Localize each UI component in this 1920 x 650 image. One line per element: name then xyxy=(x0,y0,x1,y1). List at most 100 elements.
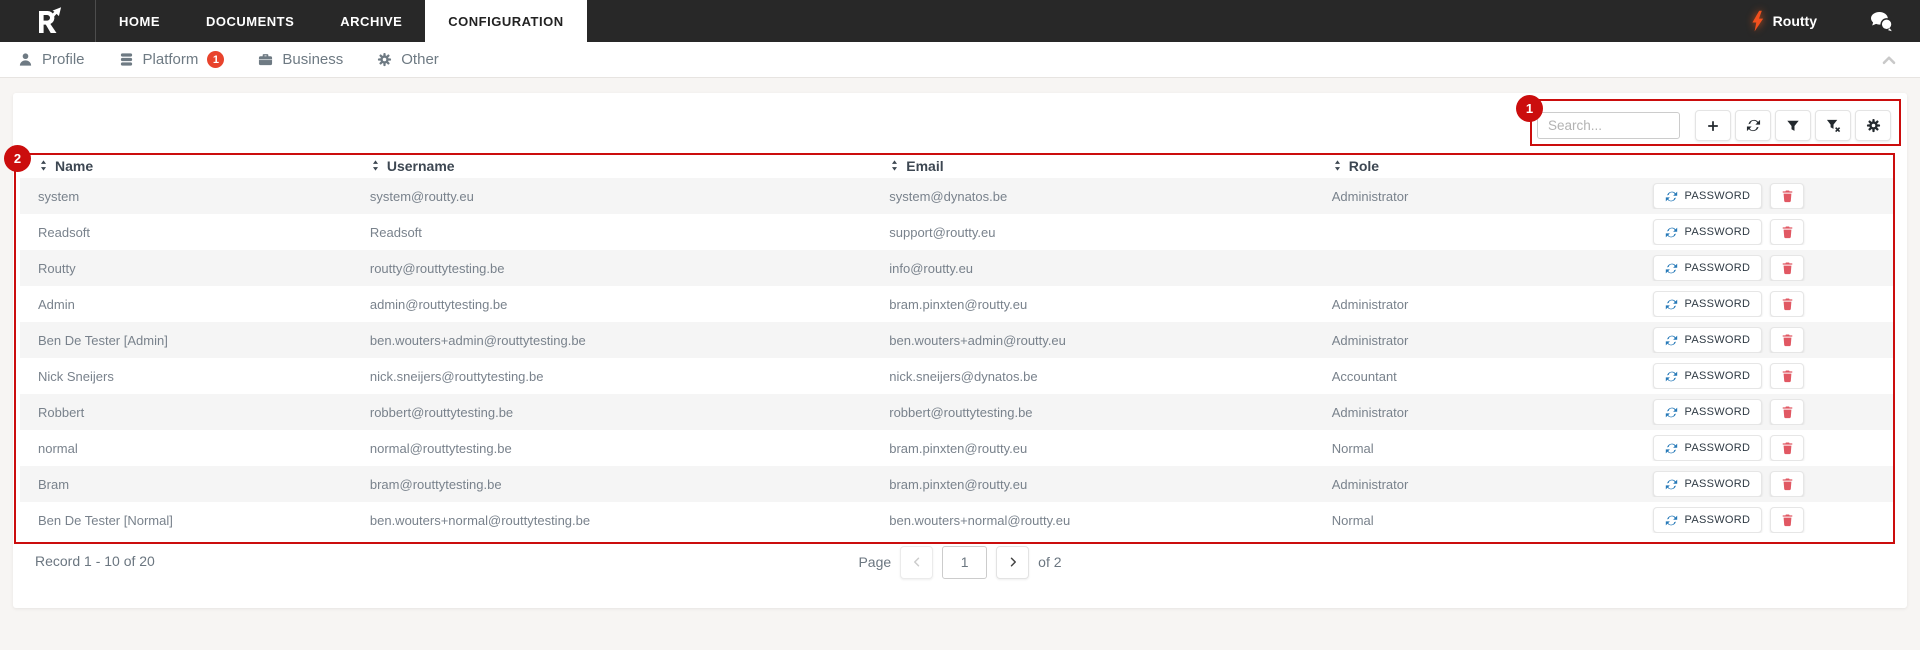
password-button-label: PASSWORD xyxy=(1684,334,1751,346)
password-button-label: PASSWORD xyxy=(1684,406,1751,418)
delete-user-button[interactable] xyxy=(1770,255,1805,281)
cell-name: normal xyxy=(38,440,78,456)
cell-name: Readsoft xyxy=(38,224,91,240)
reset-password-button[interactable]: PASSWORD xyxy=(1652,363,1763,389)
chat-icon[interactable] xyxy=(1869,9,1894,33)
reset-password-button[interactable]: PASSWORD xyxy=(1652,183,1763,209)
gear-icon xyxy=(1866,118,1880,133)
refresh-icon xyxy=(1665,443,1677,453)
filter-button[interactable] xyxy=(1775,110,1811,141)
refresh-icon xyxy=(1746,119,1760,132)
table-row: Robbert robbert@routtytesting.be robbert… xyxy=(20,394,1895,430)
pagination: Page of 2 xyxy=(13,545,1907,579)
reset-password-button[interactable]: PASSWORD xyxy=(1652,291,1763,317)
cell-email: bram.pinxten@routty.eu xyxy=(889,296,1028,312)
column-header-email[interactable]: Email xyxy=(871,158,1314,174)
subnav-item-other[interactable]: Other xyxy=(377,51,439,68)
chevron-up-icon[interactable] xyxy=(1880,51,1898,69)
cell-email: bram.pinxten@routty.eu xyxy=(889,440,1028,456)
table-row: Readsoft Readsoft support@routty.eu PASS… xyxy=(20,214,1895,250)
prev-page-button[interactable] xyxy=(900,545,934,579)
cell-name: Routty xyxy=(38,260,76,276)
cell-actions: PASSWORD xyxy=(1633,219,1896,245)
configuration-subnav: Profile Platform 1 Business Other xyxy=(0,42,1920,78)
reset-password-button[interactable]: PASSWORD xyxy=(1652,255,1763,281)
cell-name: Ben De Tester [Admin] xyxy=(38,332,168,348)
delete-user-button[interactable] xyxy=(1770,507,1805,533)
delete-user-button[interactable] xyxy=(1770,363,1805,389)
reset-password-button[interactable]: PASSWORD xyxy=(1652,399,1763,425)
reset-password-button[interactable]: PASSWORD xyxy=(1652,471,1763,497)
cell-role: Accountant xyxy=(1331,368,1397,384)
user-icon xyxy=(19,53,32,66)
cell-actions: PASSWORD xyxy=(1633,291,1896,317)
next-page-button[interactable] xyxy=(996,545,1030,579)
delete-user-button[interactable] xyxy=(1770,291,1805,317)
subnav-item-business[interactable]: Business xyxy=(258,51,343,68)
sort-icon xyxy=(40,160,47,171)
tab-configuration[interactable]: CONFIGURATION xyxy=(425,0,587,42)
column-header-role[interactable]: Role xyxy=(1314,158,1633,174)
cell-role: Administrator xyxy=(1331,404,1409,420)
sort-icon xyxy=(1334,160,1340,171)
delete-user-button[interactable] xyxy=(1770,471,1805,497)
settings-button[interactable] xyxy=(1855,110,1891,141)
add-button[interactable] xyxy=(1695,110,1731,141)
cell-email: support@routty.eu xyxy=(889,224,996,240)
trash-icon xyxy=(1782,442,1793,455)
tab-home[interactable]: HOME xyxy=(96,0,183,42)
cell-email: nick.sneijers@dynatos.be xyxy=(889,368,1038,384)
tab-documents[interactable]: DOCUMENTS xyxy=(183,0,317,42)
delete-user-button[interactable] xyxy=(1770,399,1805,425)
cell-actions: PASSWORD xyxy=(1633,399,1896,425)
subnav-item-platform[interactable]: Platform 1 xyxy=(119,51,225,68)
cell-name: Bram xyxy=(38,476,70,492)
password-button-label: PASSWORD xyxy=(1684,478,1751,490)
delete-user-button[interactable] xyxy=(1770,435,1805,461)
clear-filter-button[interactable] xyxy=(1815,110,1851,141)
refresh-icon xyxy=(1665,335,1677,345)
refresh-button[interactable] xyxy=(1735,110,1771,141)
password-button-label: PASSWORD xyxy=(1684,190,1751,202)
password-button-label: PASSWORD xyxy=(1684,514,1751,526)
delete-user-button[interactable] xyxy=(1770,219,1805,245)
trash-icon xyxy=(1782,406,1793,419)
users-table: Name Username Email Role system system@r… xyxy=(20,153,1895,538)
cell-username: bram@routtytesting.be xyxy=(369,476,502,492)
cell-name: Ben De Tester [Normal] xyxy=(38,512,173,528)
trash-icon xyxy=(1782,514,1793,527)
subnav-item-label: Profile xyxy=(42,51,85,68)
column-header-name[interactable]: Name xyxy=(20,158,352,174)
table-toolbar xyxy=(1537,110,1891,141)
delete-user-button[interactable] xyxy=(1770,183,1805,209)
cell-username: system@routty.eu xyxy=(369,188,474,204)
subnav-item-profile[interactable]: Profile xyxy=(18,51,85,68)
cell-email: ben.wouters+admin@routty.eu xyxy=(889,332,1066,348)
reset-password-button[interactable]: PASSWORD xyxy=(1652,327,1763,353)
search-input[interactable] xyxy=(1537,112,1680,139)
refresh-icon xyxy=(1665,263,1677,273)
cell-role: Administrator xyxy=(1331,332,1409,348)
delete-user-button[interactable] xyxy=(1770,327,1805,353)
tab-archive[interactable]: ARCHIVE xyxy=(317,0,425,42)
password-button-label: PASSWORD xyxy=(1684,262,1751,274)
reset-password-button[interactable]: PASSWORD xyxy=(1652,435,1763,461)
navbar-right: Routty xyxy=(1750,0,1920,42)
reset-password-button[interactable]: PASSWORD xyxy=(1652,507,1763,533)
trash-icon xyxy=(1782,478,1793,491)
column-header-username[interactable]: Username xyxy=(352,158,871,174)
page-input[interactable] xyxy=(942,545,988,579)
app-logo[interactable] xyxy=(0,0,96,42)
cell-username: admin@routtytesting.be xyxy=(369,296,508,312)
routty-logo-icon xyxy=(38,7,61,33)
table-row: Ben De Tester [Admin] ben.wouters+admin@… xyxy=(20,322,1895,358)
table-header: Name Username Email Role xyxy=(20,153,1895,178)
cell-role: Administrator xyxy=(1331,476,1409,492)
top-navbar: HOME DOCUMENTS ARCHIVE CONFIGURATION Rou… xyxy=(0,0,1920,42)
cell-actions: PASSWORD xyxy=(1633,183,1896,209)
gear-icon xyxy=(378,52,392,67)
reset-password-button[interactable]: PASSWORD xyxy=(1652,219,1763,245)
cell-username: normal@routtytesting.be xyxy=(369,440,512,456)
cell-role: Administrator xyxy=(1331,296,1409,312)
cell-name: system xyxy=(38,188,80,204)
